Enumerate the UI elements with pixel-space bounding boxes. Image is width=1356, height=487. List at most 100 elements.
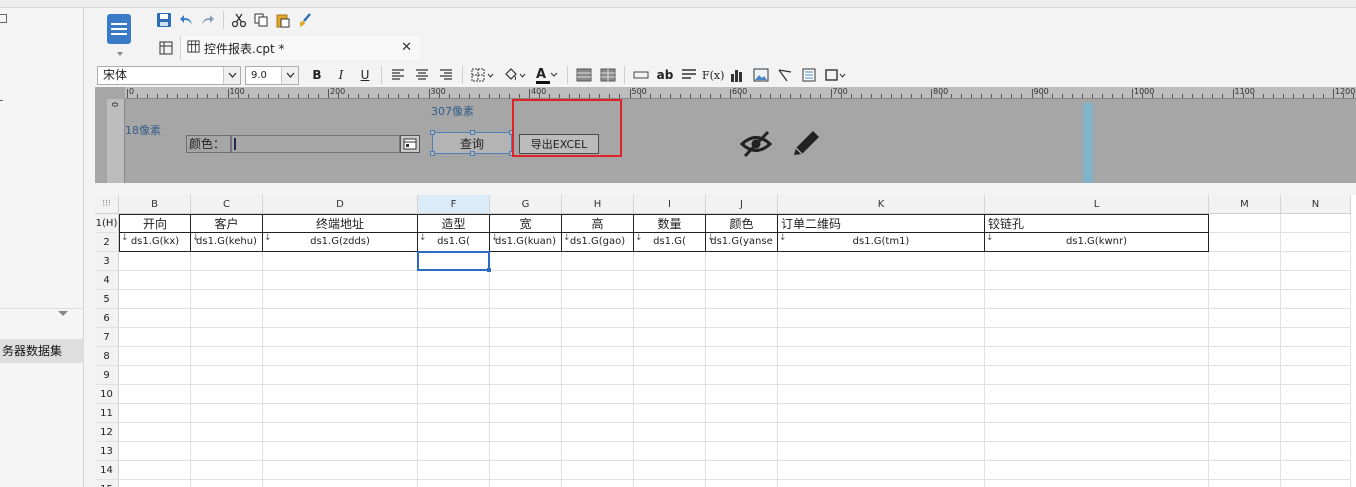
empty-cell[interactable] xyxy=(191,328,263,347)
empty-cell[interactable] xyxy=(562,347,634,366)
empty-cell[interactable] xyxy=(1209,290,1281,309)
collapse-arrow-icon[interactable] xyxy=(58,311,68,316)
empty-cell[interactable] xyxy=(634,347,706,366)
empty-cell[interactable] xyxy=(263,366,418,385)
empty-cell[interactable] xyxy=(418,290,490,309)
empty-cell[interactable] xyxy=(778,404,985,423)
empty-cell[interactable] xyxy=(985,309,1209,328)
empty-cell[interactable] xyxy=(778,442,985,461)
header-cell[interactable]: 造型 xyxy=(418,214,490,233)
undo-icon[interactable] xyxy=(175,9,197,31)
fill-handle[interactable] xyxy=(487,268,491,272)
empty-cell[interactable] xyxy=(1281,290,1351,309)
empty-cell[interactable] xyxy=(119,480,191,487)
column-header-b[interactable]: B xyxy=(119,195,191,214)
empty-cell[interactable] xyxy=(778,290,985,309)
merge-cells-icon[interactable] xyxy=(573,65,595,85)
column-header-l[interactable]: L xyxy=(985,195,1209,214)
empty-cell[interactable] xyxy=(263,290,418,309)
font-color-button[interactable]: A xyxy=(532,65,562,85)
empty-cell[interactable] xyxy=(562,366,634,385)
cut-icon[interactable] xyxy=(228,9,250,31)
row-header[interactable]: 7 xyxy=(95,328,119,347)
empty-cell[interactable] xyxy=(418,480,490,487)
data-cell[interactable]: ↓ ds1.G(kuan) xyxy=(490,233,562,252)
text-ab-button[interactable]: ab xyxy=(654,65,676,85)
empty-cell[interactable] xyxy=(985,347,1209,366)
empty-cell[interactable] xyxy=(778,480,985,487)
empty-cell[interactable] xyxy=(418,347,490,366)
empty-cell[interactable] xyxy=(985,366,1209,385)
empty-cell[interactable] xyxy=(191,480,263,487)
empty-cell[interactable] xyxy=(490,385,562,404)
empty-cell[interactable] xyxy=(418,442,490,461)
row-header[interactable]: 14 xyxy=(95,461,119,480)
column-header-n[interactable]: N xyxy=(1281,195,1351,214)
empty-cell[interactable] xyxy=(191,347,263,366)
server-dataset-item[interactable]: 务器数据集 xyxy=(0,339,84,363)
formula-button[interactable]: F(x) xyxy=(702,65,724,85)
diagonal-line-icon[interactable] xyxy=(774,65,796,85)
empty-cell[interactable] xyxy=(706,366,778,385)
empty-cell[interactable] xyxy=(1209,423,1281,442)
empty-cell[interactable] xyxy=(1281,423,1351,442)
empty-cell[interactable] xyxy=(562,290,634,309)
column-header-g[interactable]: G xyxy=(490,195,562,214)
data-cell[interactable]: ↓ ds1.G(gao) xyxy=(562,233,634,252)
row-header[interactable]: 1(H) xyxy=(95,214,119,233)
empty-cell[interactable] xyxy=(706,290,778,309)
calendar-picker-icon[interactable] xyxy=(400,135,420,153)
empty-cell[interactable] xyxy=(263,328,418,347)
empty-cell[interactable] xyxy=(490,461,562,480)
empty-cell[interactable] xyxy=(191,309,263,328)
empty-cell[interactable] xyxy=(263,385,418,404)
paste-icon[interactable] xyxy=(272,9,294,31)
empty-cell[interactable] xyxy=(490,252,562,271)
row-header[interactable]: 2 xyxy=(95,233,119,252)
empty-cell[interactable] xyxy=(1209,214,1281,233)
column-header-i[interactable]: I xyxy=(634,195,706,214)
resize-handle[interactable] xyxy=(470,151,475,156)
column-header-f[interactable]: F xyxy=(418,195,490,214)
empty-cell[interactable] xyxy=(1281,271,1351,290)
row-header[interactable]: 6 xyxy=(95,309,119,328)
header-cell[interactable]: 颜色 xyxy=(706,214,778,233)
empty-cell[interactable] xyxy=(706,404,778,423)
header-cell[interactable]: 终端地址 xyxy=(263,214,418,233)
empty-cell[interactable] xyxy=(562,404,634,423)
empty-cell[interactable] xyxy=(1281,404,1351,423)
empty-cell[interactable] xyxy=(778,271,985,290)
empty-cell[interactable] xyxy=(1209,366,1281,385)
underline-button[interactable]: U xyxy=(354,65,376,85)
empty-cell[interactable] xyxy=(191,385,263,404)
data-cell[interactable]: ↓ ds1.G(yanse xyxy=(706,233,778,252)
header-cell[interactable]: 高 xyxy=(562,214,634,233)
empty-cell[interactable] xyxy=(418,271,490,290)
empty-cell[interactable] xyxy=(985,480,1209,487)
empty-cell[interactable] xyxy=(985,404,1209,423)
row-header[interactable]: 9 xyxy=(95,366,119,385)
chevron-down-icon[interactable] xyxy=(223,66,240,84)
header-cell[interactable]: 宽 xyxy=(490,214,562,233)
empty-cell[interactable] xyxy=(191,423,263,442)
image-icon[interactable] xyxy=(750,65,772,85)
data-cell[interactable]: ↓ ds1.G(tm1) xyxy=(778,233,985,252)
empty-cell[interactable] xyxy=(706,252,778,271)
empty-cell[interactable] xyxy=(1209,252,1281,271)
empty-cell[interactable] xyxy=(706,385,778,404)
align-left-icon[interactable] xyxy=(387,65,409,85)
empty-cell[interactable] xyxy=(119,290,191,309)
empty-cell[interactable] xyxy=(706,480,778,487)
empty-cell[interactable] xyxy=(263,309,418,328)
empty-cell[interactable] xyxy=(490,442,562,461)
empty-cell[interactable] xyxy=(562,252,634,271)
grid-view-icon[interactable] xyxy=(155,37,177,59)
column-header-j[interactable]: J xyxy=(706,195,778,214)
font-family-select[interactable]: 宋体 xyxy=(97,65,241,85)
empty-cell[interactable] xyxy=(1209,233,1281,252)
column-header-c[interactable]: C xyxy=(191,195,263,214)
empty-cell[interactable] xyxy=(985,328,1209,347)
empty-cell[interactable] xyxy=(191,366,263,385)
empty-cell[interactable] xyxy=(1209,328,1281,347)
empty-cell[interactable] xyxy=(263,423,418,442)
